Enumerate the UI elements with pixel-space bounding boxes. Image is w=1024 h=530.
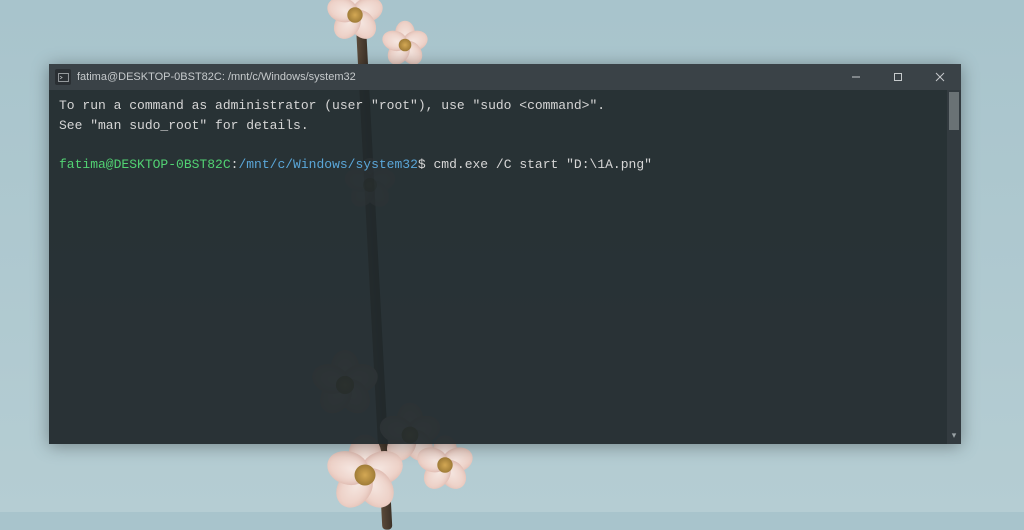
scrollbar-track[interactable]: ▴ ▾: [947, 90, 961, 444]
prompt-symbol: $: [418, 157, 426, 172]
sudo-hint-line-1: To run a command as administrator (user …: [59, 96, 951, 116]
scrollbar-thumb[interactable]: [949, 92, 959, 130]
minimize-button[interactable]: [835, 64, 877, 90]
window-title: fatima@DESKTOP-0BST82C: /mnt/c/Windows/s…: [77, 71, 356, 83]
window-titlebar[interactable]: fatima@DESKTOP-0BST82C: /mnt/c/Windows/s…: [49, 64, 961, 90]
terminal-body[interactable]: To run a command as administrator (user …: [49, 90, 961, 444]
maximize-button[interactable]: [877, 64, 919, 90]
prompt-line: fatima@DESKTOP-0BST82C:/mnt/c/Windows/sy…: [59, 155, 951, 175]
prompt-user-host: fatima@DESKTOP-0BST82C: [59, 157, 231, 172]
blank-line: [59, 135, 951, 155]
terminal-icon: [55, 69, 71, 85]
close-button[interactable]: [919, 64, 961, 90]
terminal-window: fatima@DESKTOP-0BST82C: /mnt/c/Windows/s…: [49, 64, 961, 444]
sudo-hint-line-2: See "man sudo_root" for details.: [59, 116, 951, 136]
typed-command: cmd.exe /C start "D:\1A.png": [426, 157, 652, 172]
scroll-down-icon[interactable]: ▾: [947, 430, 961, 444]
prompt-path: /mnt/c/Windows/system32: [238, 157, 417, 172]
